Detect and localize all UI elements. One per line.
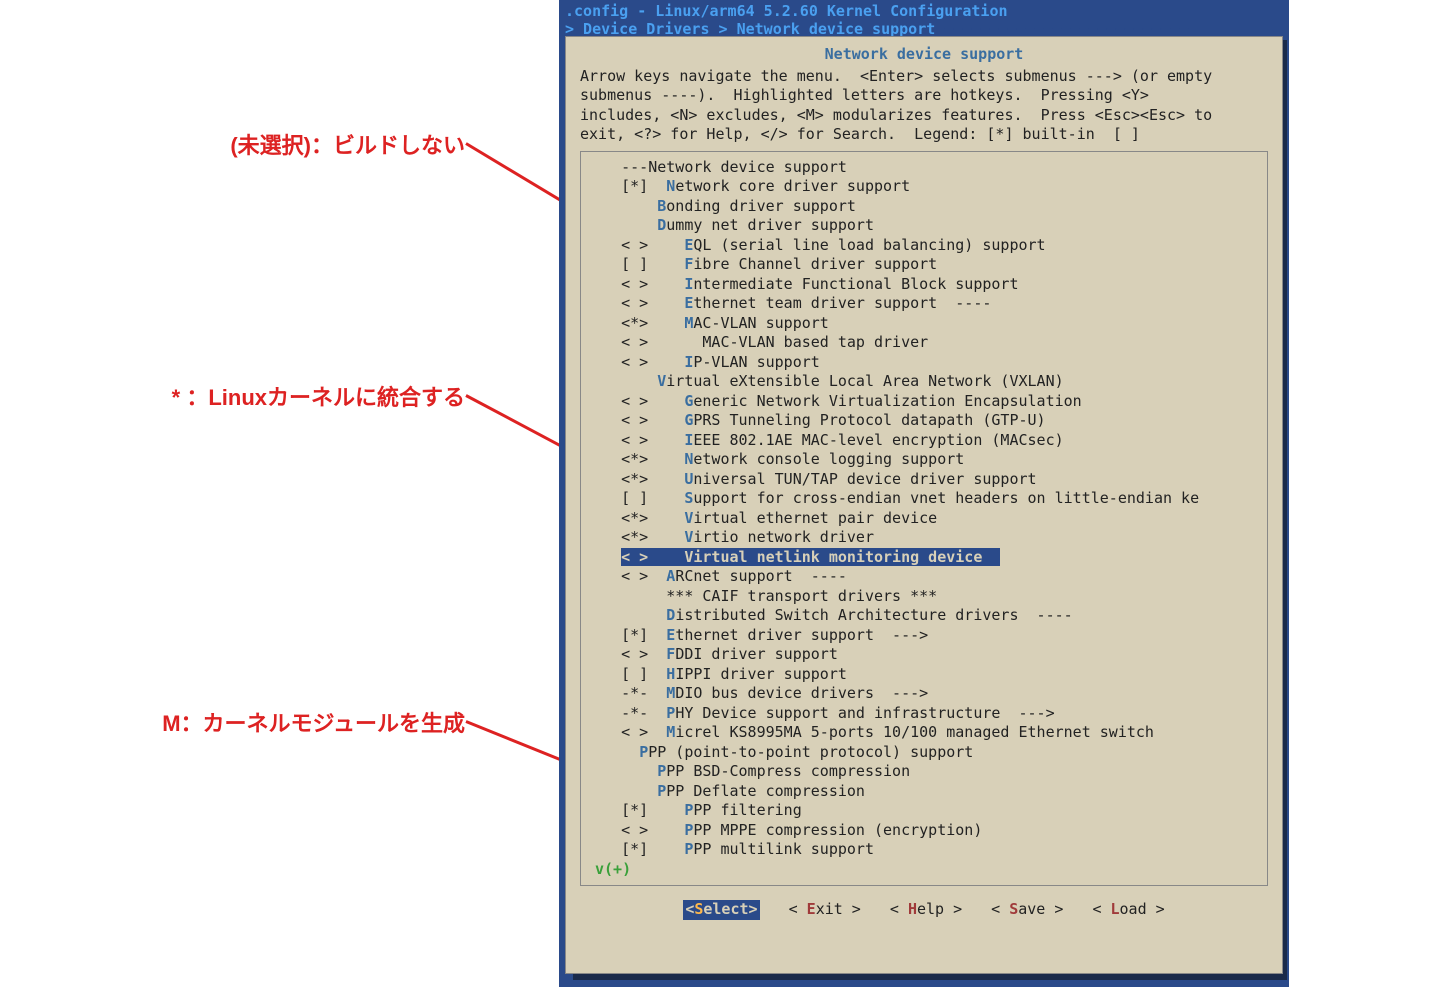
menu-item[interactable]: < > Ethernet team driver support ---- [585,294,1263,314]
panel-title: Network device support [580,45,1268,65]
menu-item[interactable]: Distributed Switch Architecture drivers … [585,606,1263,626]
menu-item[interactable]: *** CAIF transport drivers *** [585,587,1263,607]
stage: (未選択)：ビルドしない * ：Linuxカーネルに統合する M：カーネルモジュ… [0,0,1440,987]
menu-item[interactable]: < > FDDI driver support [585,645,1263,665]
menu-item[interactable]: [*] PPP multilink support [585,840,1263,860]
anno-unselected-label: (未選択)：ビルドしない [60,128,465,160]
anno-m-label: M：カーネルモジュールを生成 [60,706,465,738]
menu-item[interactable]: <*> Virtual ethernet pair device [585,509,1263,529]
menuconfig-panel: Network device support Arrow keys naviga… [565,36,1283,974]
menu-item[interactable]: < > IEEE 802.1AE MAC-level encryption (M… [585,431,1263,451]
help-text: Arrow keys navigate the menu. <Enter> se… [580,67,1268,145]
menu-item[interactable]: [*] PPP filtering [585,801,1263,821]
menu-item[interactable]: [ ] HIPPI driver support [585,665,1263,685]
menu-item[interactable]: [*] Network core driver support [585,177,1263,197]
menu-item[interactable]: <*> Universal TUN/TAP device driver supp… [585,470,1263,490]
menu-item[interactable]: < > MAC-VLAN based tap driver [585,333,1263,353]
menu-item[interactable]: ---Network device support [585,158,1263,178]
select-button[interactable]: <Select> [683,900,759,920]
menu-item[interactable]: PPP (point-to-point protocol) support [585,743,1263,763]
exit-button[interactable]: < Exit > [789,900,861,920]
menu-item[interactable]: PPP BSD-Compress compression [585,762,1263,782]
menu-item[interactable]: Dummy net driver support [585,216,1263,236]
menu-item[interactable]: < > IP-VLAN support [585,353,1263,373]
menu-item[interactable]: <*> Network console logging support [585,450,1263,470]
menu-item[interactable]: <*> MAC-VLAN support [585,314,1263,334]
menu-item[interactable]: < > EQL (serial line load balancing) sup… [585,236,1263,256]
menu-item[interactable]: < > GPRS Tunneling Protocol datapath (GT… [585,411,1263,431]
help-button[interactable]: < Help > [890,900,962,920]
menu-item[interactable]: -*- PHY Device support and infrastructur… [585,704,1263,724]
menu-item[interactable]: < > Generic Network Virtualization Encap… [585,392,1263,412]
menu-list[interactable]: ---Network device support [*] Network co… [580,151,1268,887]
menu-item[interactable]: < > Intermediate Functional Block suppor… [585,275,1263,295]
menu-item[interactable]: < > PPP MPPE compression (encryption) [585,821,1263,841]
menu-item[interactable]: PPP Deflate compression [585,782,1263,802]
menu-item[interactable]: [*] Ethernet driver support ---> [585,626,1263,646]
config-title: .config - Linux/arm64 5.2.60 Kernel Conf… [565,2,1281,20]
save-button[interactable]: < Save > [991,900,1063,920]
menu-item[interactable]: [ ] Support for cross-endian vnet header… [585,489,1263,509]
button-bar: <Select> < Exit > < Help > < Save > < Lo… [580,900,1268,920]
menu-item[interactable]: < > Virtual netlink monitoring device [585,548,1000,568]
menu-item[interactable]: Bonding driver support [585,197,1263,217]
load-button[interactable]: < Load > [1092,900,1164,920]
menu-item[interactable]: < > ARCnet support ---- [585,567,1263,587]
menu-item[interactable]: -*- MDIO bus device drivers ---> [585,684,1263,704]
menu-item[interactable]: < > Micrel KS8995MA 5-ports 10/100 manag… [585,723,1263,743]
more-indicator: v(+) [585,860,1263,880]
menu-item[interactable]: [ ] Fibre Channel driver support [585,255,1263,275]
menu-item[interactable]: Virtual eXtensible Local Area Network (V… [585,372,1263,392]
menu-item[interactable]: <*> Virtio network driver [585,528,1263,548]
terminal-window: .config - Linux/arm64 5.2.60 Kernel Conf… [559,0,1289,987]
anno-star-label: * ：Linuxカーネルに統合する [60,380,465,412]
